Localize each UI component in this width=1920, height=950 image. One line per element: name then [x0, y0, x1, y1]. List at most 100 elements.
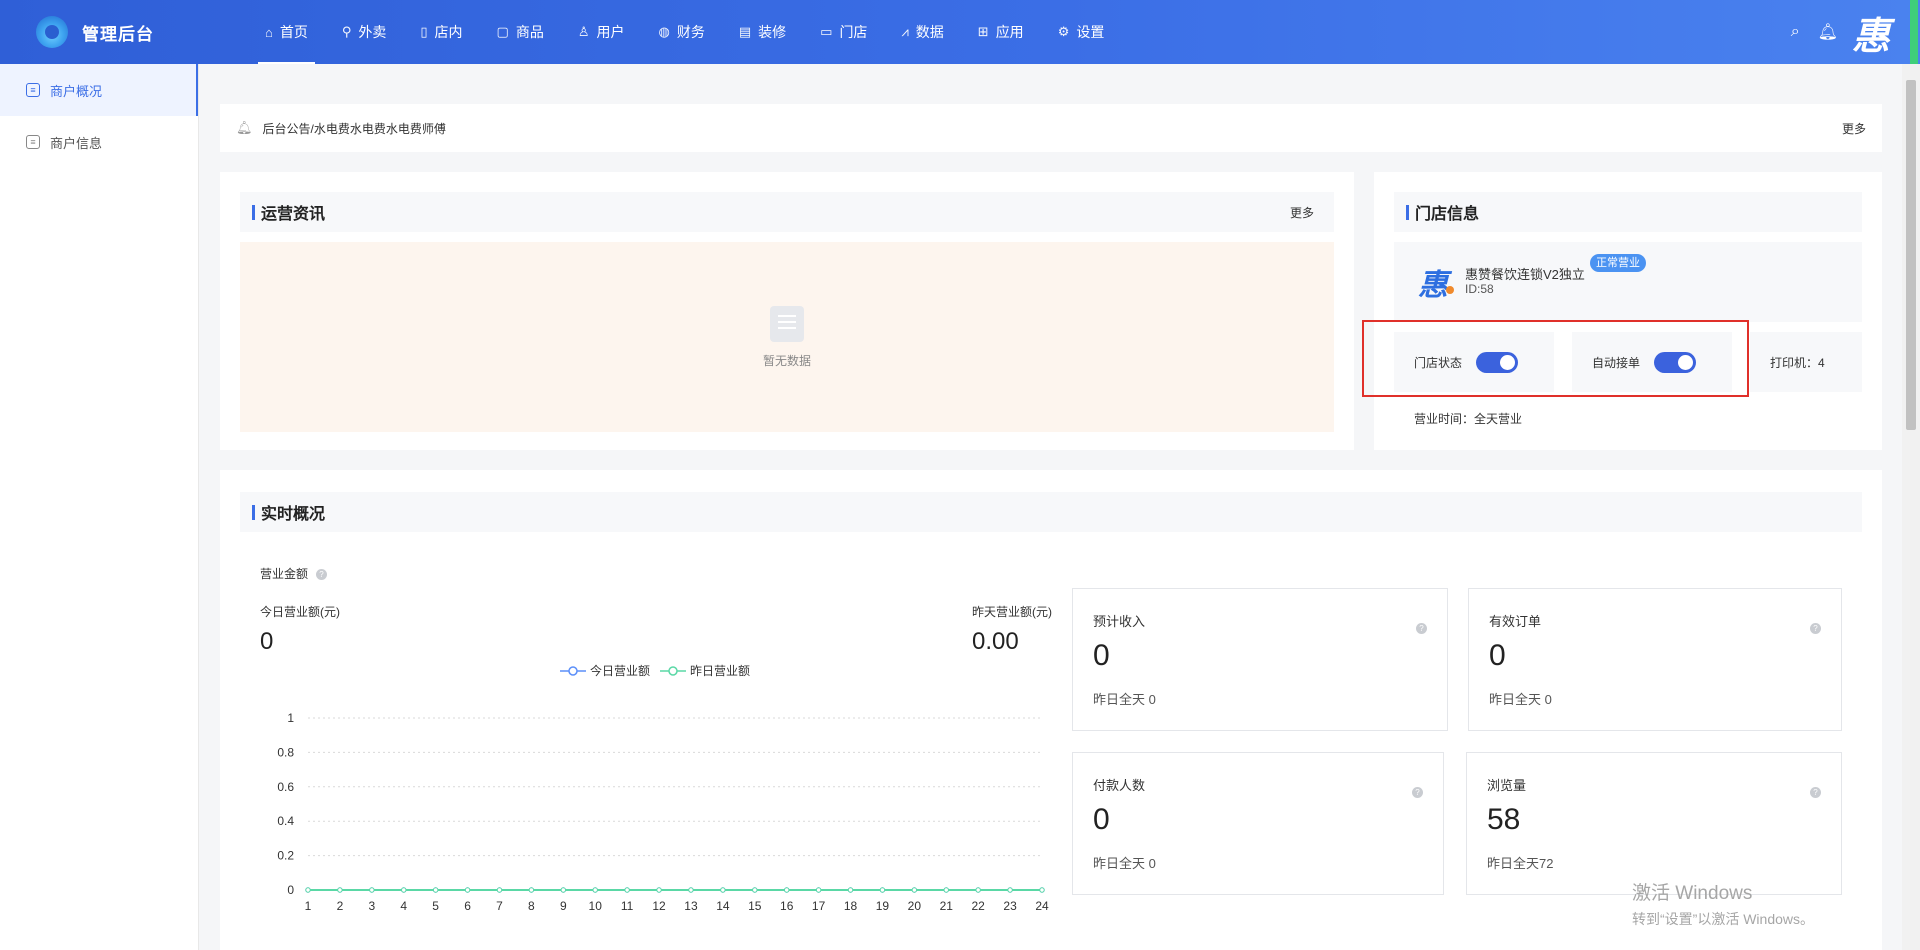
- data-point: [688, 887, 694, 893]
- home-icon: ⌂: [265, 24, 273, 40]
- nav-item-apps[interactable]: ⊞ 应用: [961, 0, 1041, 64]
- shop-front-icon: ▤: [738, 24, 752, 39]
- chart-legend: 今日营业额 昨日营业额: [560, 662, 760, 679]
- data-point: [720, 887, 726, 893]
- stat-value: 0: [1489, 639, 1506, 672]
- watermark-line-1: 激活 Windows: [1632, 883, 1753, 904]
- empty-text: 暂无数据: [762, 353, 811, 368]
- x-tick-label: 11: [621, 899, 634, 913]
- operations-empty: 暂无数据: [240, 242, 1334, 432]
- sidebar-item-label: 商户概况: [50, 83, 103, 99]
- legend-yesterday[interactable]: 昨日营业额: [660, 662, 750, 679]
- operations-more-link[interactable]: 更多: [1290, 204, 1314, 221]
- nav-label: 数据: [915, 24, 944, 40]
- nav-label: 商品: [515, 24, 544, 40]
- data-point: [656, 887, 662, 893]
- user-icon: ♙: [577, 24, 590, 39]
- legend-today[interactable]: 今日营业额: [560, 662, 650, 679]
- x-tick-label: 6: [464, 899, 471, 913]
- main-nav: ⌂ 首页 ⚲ 外卖 ▯ 店内 ▢ 商品 ♙ 用户 ◍ 财务 ▤ 装修 ▭ 门店 ⩘ 数据 ⊞ 应用 …: [248, 0, 1121, 64]
- help-icon[interactable]: ?: [1810, 623, 1821, 634]
- y-tick-label: 0: [287, 883, 294, 897]
- stat-sub: 昨日全天 0: [1093, 692, 1156, 707]
- help-icon[interactable]: ?: [1416, 623, 1427, 634]
- x-tick-label: 12: [652, 899, 666, 913]
- x-tick-label: 24: [1035, 899, 1049, 913]
- yesterday-revenue-label: 昨天营业额(元): [972, 605, 1052, 619]
- bell-icon[interactable]: 🔔︎: [1818, 22, 1838, 42]
- announcement-bar: 🔔︎ 后台公告/水电费水电费水电费师傅 更多: [220, 104, 1882, 152]
- brand[interactable]: 管理后台: [36, 0, 154, 64]
- nav-item-data[interactable]: ⩘ 数据: [884, 0, 960, 64]
- printer-box: 打印机：4: [1750, 332, 1862, 392]
- data-point: [879, 887, 886, 893]
- sidebar-item-merchant-overview[interactable]: ≡ 商户概况: [0, 64, 198, 116]
- data-point: [1039, 887, 1045, 893]
- stat-title: 浏览量: [1487, 778, 1527, 793]
- top-header: 管理后台 ⌂ 首页 ⚲ 外卖 ▯ 店内 ▢ 商品 ♙ 用户 ◍ 财务 ▤ 装修 ▭ 门店 ⩘ 数据…: [0, 0, 1920, 64]
- sidebar-item-merchant-info[interactable]: ≡ 商户信息: [0, 116, 198, 168]
- data-point: [496, 887, 503, 893]
- bag-icon: ▢: [496, 24, 509, 39]
- x-tick-label: 19: [876, 899, 890, 913]
- nav-item-users[interactable]: ♙ 用户: [561, 0, 642, 64]
- nav-item-settings[interactable]: ⚙ 设置: [1041, 0, 1122, 64]
- vertical-scrollbar[interactable]: [1902, 64, 1920, 950]
- data-point: [305, 887, 311, 893]
- x-tick-label: 23: [1003, 899, 1017, 913]
- x-tick-label: 7: [496, 899, 503, 913]
- help-icon[interactable]: ?: [1810, 787, 1821, 798]
- data-point: [592, 887, 598, 893]
- x-tick-label: 22: [971, 899, 985, 913]
- nav-item-stores[interactable]: ▭ 门店: [803, 0, 884, 64]
- revenue-label: 营业金额?: [260, 565, 328, 582]
- legend-today-marker-icon: [560, 665, 586, 676]
- x-tick-label: 20: [908, 899, 922, 913]
- empty-document-icon: [770, 305, 804, 342]
- windows-activation-watermark: 激活 Windows 转到“设置”以激活 Windows。: [1632, 878, 1814, 929]
- y-tick-label: 0.4: [277, 814, 294, 828]
- y-tick-label: 0.6: [277, 780, 294, 794]
- brand-title: 管理后台: [82, 24, 154, 44]
- nav-label: 外卖: [358, 24, 387, 40]
- x-tick-label: 3: [368, 899, 375, 913]
- data-point: [815, 887, 822, 893]
- search-icon[interactable]: ⌕: [1791, 23, 1800, 41]
- watermark-line-2: 转到“设置”以激活 Windows。: [1632, 911, 1815, 927]
- nav-item-goods[interactable]: ▢ 商品: [480, 0, 561, 64]
- yesterday-revenue-value: 0.00: [972, 628, 1019, 655]
- announcement-more-link[interactable]: 更多: [1842, 120, 1866, 137]
- nav-item-finance[interactable]: ◍ 财务: [642, 0, 722, 64]
- help-icon[interactable]: ?: [316, 569, 328, 581]
- y-tick-label: 0.2: [277, 849, 294, 863]
- apps-grid-icon: ⊞: [977, 24, 989, 39]
- scrollbar-thumb[interactable]: [1906, 80, 1916, 430]
- data-point: [943, 887, 949, 893]
- stat-sub: 昨日全天 0: [1489, 692, 1552, 707]
- document-icon: ≡: [26, 83, 40, 97]
- nav-item-delivery[interactable]: ⚲ 外卖: [325, 0, 404, 64]
- x-tick-label: 9: [560, 899, 567, 913]
- nav-item-dine-in[interactable]: ▯ 店内: [403, 0, 479, 64]
- y-tick-label: 1: [287, 711, 294, 725]
- announcement-text[interactable]: 后台公告/水电费水电费水电费师傅: [263, 120, 446, 137]
- company-logo: 惠: [1851, 12, 1890, 58]
- document-icon: ≡: [26, 135, 40, 149]
- x-tick-label: 2: [337, 899, 344, 913]
- printer-count: 打印机：4: [1770, 355, 1825, 370]
- status-dot: [1446, 286, 1454, 294]
- chart-icon: ⩘: [901, 24, 909, 39]
- stat-card-page-views: 浏览量 ? 58 昨日全天72: [1466, 752, 1842, 895]
- x-tick-label: 14: [716, 899, 730, 913]
- stat-sub: 昨日全天 0: [1093, 856, 1156, 871]
- nav-item-home[interactable]: ⌂ 首页: [248, 0, 325, 64]
- help-icon[interactable]: ?: [1412, 787, 1423, 798]
- y-tick-label: 0.8: [277, 745, 294, 759]
- stat-value: 58: [1487, 803, 1521, 836]
- store-id: ID:58: [1465, 282, 1494, 296]
- status-badge: 正常营业: [1590, 254, 1646, 272]
- x-tick-label: 15: [748, 899, 762, 913]
- gear-icon: ⚙: [1057, 24, 1070, 39]
- nav-item-decoration[interactable]: ▤ 装修: [722, 0, 803, 64]
- legend-yesterday-label: 昨日营业额: [690, 664, 751, 678]
